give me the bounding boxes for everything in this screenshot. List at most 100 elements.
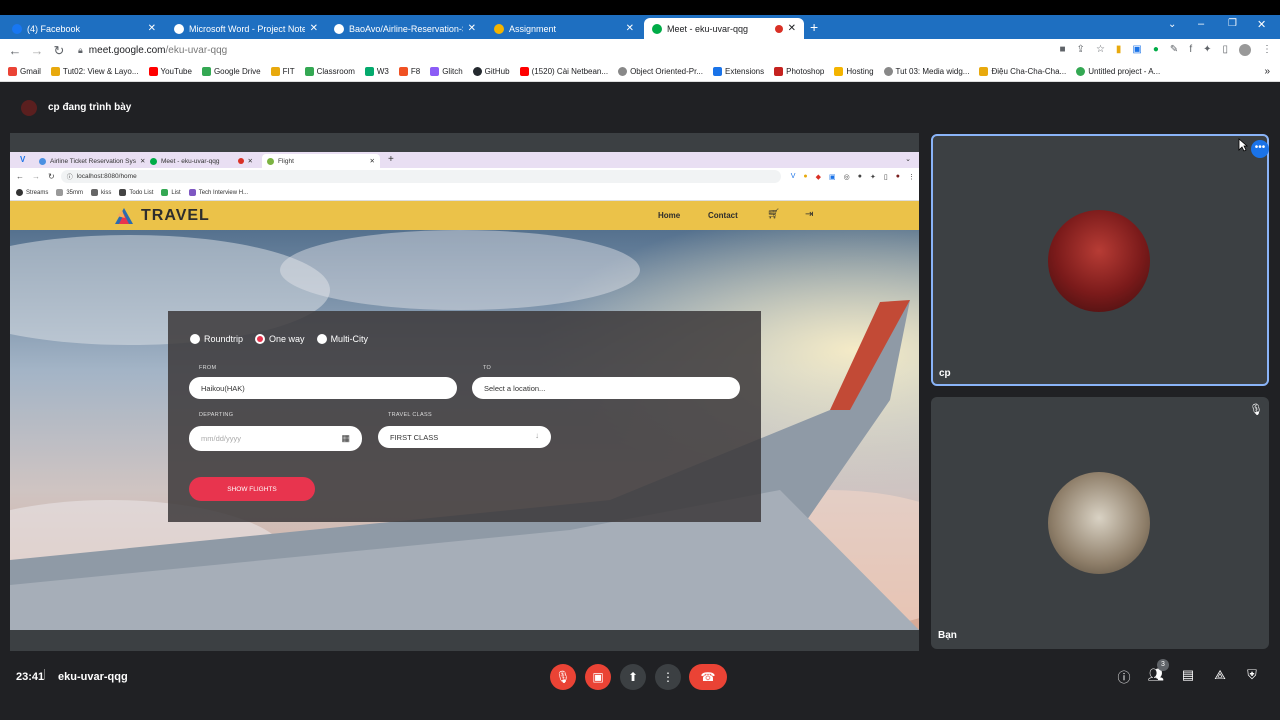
bookmark-item[interactable]: F8 [398,67,420,76]
reload-icon[interactable]: ↻ [48,43,70,59]
omnibox[interactable]: 🔒︎ meet.google.com/eku-uvar-qqg [78,45,227,56]
extension-icon[interactable]: ◎ [844,173,850,181]
extension-icon[interactable]: ▮ [1116,44,1122,56]
profile-avatar[interactable]: ● [896,173,900,181]
bookmark-item[interactable]: GitHub [472,67,510,76]
forward-icon[interactable]: → [32,172,40,181]
share-icon[interactable]: ⇪ [1077,44,1085,56]
sidepanel-icon[interactable]: ▯ [1222,44,1228,56]
bookmark-item[interactable]: YouTube [148,67,192,76]
tab-search-icon[interactable]: ⌄ [1168,19,1176,30]
sidepanel-icon[interactable]: ▯ [884,173,888,181]
minimize-icon[interactable]: – [1198,18,1204,30]
close-icon[interactable]: ✕ [148,23,156,34]
browser-tab-github[interactable]: BaoAvo/Airline-Reservation-Syst ✕ [326,18,484,39]
cart-icon[interactable]: 🛒︎ [767,209,780,220]
back-icon[interactable]: ← [16,172,24,181]
bookmark-item[interactable]: kiss [91,189,111,196]
window-close-icon[interactable]: ✕ [1257,18,1266,31]
meeting-info-icon[interactable]: ⓘ [1114,667,1134,687]
bookmark-item[interactable]: Todo List [119,189,153,196]
shared-omnibox[interactable]: ⓘ localhost:8080/home [60,170,781,183]
menu-dots-icon[interactable]: ⋮ [908,173,915,181]
close-icon[interactable]: ✕ [468,23,476,34]
extension-icon[interactable]: ◆ [816,173,821,181]
bookmark-item[interactable]: 35mm [56,189,83,196]
browser-tab-word[interactable]: Microsoft Word - Project Note ✕ [166,18,326,39]
browser-tab-assignment[interactable]: Assignment ✕ [486,18,642,39]
close-icon[interactable]: ✕ [626,23,634,34]
browser-tab-facebook[interactable]: (4) Facebook ✕ [4,18,164,39]
show-flights-button[interactable]: SHOW FLIGHTS [189,477,315,501]
bookmark-item[interactable]: Hosting [834,67,874,76]
participant-tile-you[interactable]: 🎙︎ Bạn [931,397,1269,649]
profile-avatar[interactable] [1239,44,1251,56]
menu-dots-icon[interactable]: ⋮ [1262,44,1272,56]
font-icon[interactable]: f [1189,44,1192,56]
pen-icon[interactable]: ✎ [1170,44,1178,56]
chevron-down-icon[interactable]: ⌄ [905,155,911,163]
leave-call-button[interactable]: ☎︎ [689,664,727,690]
nav-contact-link[interactable]: Contact [708,211,738,220]
bookmark-item[interactable]: Tut 03: Media widg... [883,67,969,76]
host-controls-icon[interactable]: ⛨ [1242,667,1262,687]
bookmark-item[interactable]: Object Oriented-Pr... [618,67,703,76]
bookmark-item[interactable]: Photoshop [774,67,824,76]
departing-date-input[interactable]: mm/dd/yyyy ▦ [189,426,362,451]
close-icon[interactable]: ✕ [788,23,796,34]
bookmark-star-icon[interactable]: ☆ [1096,44,1105,56]
bookmark-item[interactable]: Điệu Cha-Cha-Cha... [979,67,1066,76]
chat-icon[interactable]: ▤ [1178,667,1198,687]
travel-class-select[interactable]: FIRST CLASS ↓ [378,426,551,448]
more-options-icon[interactable]: ••• [1251,140,1269,158]
activities-icon[interactable]: ⟁ [1210,667,1230,687]
new-tab-icon[interactable]: + [810,19,818,35]
close-icon[interactable]: ✕ [310,23,318,34]
calendar-icon[interactable]: ▦ [341,433,350,444]
extension-icon[interactable]: ● [858,173,862,181]
back-icon[interactable]: ← [4,43,26,58]
bookmark-item[interactable]: Glitch [430,67,463,76]
extension-icon[interactable]: ▣ [829,173,836,181]
bookmark-item[interactable]: Streams [16,189,48,196]
mic-toggle-button[interactable]: 🎙︎ [550,664,576,690]
bookmark-item[interactable]: Tut02: View & Layo... [50,67,139,76]
reload-icon[interactable]: ↻ [48,172,55,181]
bookmark-item[interactable]: FIT [270,67,295,76]
shared-tab[interactable]: Meet - eku-uvar-qqg ✕ [145,154,260,168]
translate-icon[interactable]: ▣ [1132,44,1141,56]
bookmark-item[interactable]: Extensions [712,67,764,76]
nav-home-link[interactable]: Home [658,211,680,220]
extension-icon[interactable]: ● [803,173,807,181]
radio-roundtrip[interactable]: Roundtrip [190,334,243,344]
browser-tab-meet[interactable]: Meet - eku-uvar-qqg ✕ [644,18,804,39]
bookmark-item[interactable]: Gmail [8,67,41,76]
participant-tile-cp[interactable]: ••• cp [931,134,1269,386]
close-icon[interactable]: ✕ [248,157,253,165]
bookmark-item[interactable]: Classroom [304,67,355,76]
new-tab-icon[interactable]: + [388,154,394,165]
radio-multi-city[interactable]: Multi-City [316,334,368,344]
bookmark-item[interactable]: List [161,189,181,196]
vue-devtools-icon[interactable]: V [791,173,796,181]
forward-icon[interactable]: → [26,43,48,58]
bookmark-item[interactable]: Google Drive [201,67,261,76]
more-options-button[interactable]: ⋮ [655,664,681,690]
puzzle-icon[interactable]: ✦ [1203,44,1211,56]
radio-one-way[interactable]: One way [255,334,305,344]
close-icon[interactable]: ✕ [370,157,375,165]
restore-icon[interactable]: ❐ [1228,18,1237,29]
present-button[interactable]: ⬆ [620,664,646,690]
puzzle-icon[interactable]: ✦ [870,173,876,181]
bookmark-item[interactable]: Untitled project - A... [1076,67,1160,76]
shared-tab[interactable]: Airline Ticket Reservation Sys ✕ [34,154,145,168]
more-bookmarks-icon[interactable]: » [1264,66,1270,77]
shared-tab-active[interactable]: Flight ✕ [262,154,380,168]
logout-icon[interactable]: ⇥ [805,209,813,220]
camera-toggle-button[interactable]: ▣ [585,664,611,690]
grammarly-icon[interactable]: ● [1153,44,1159,56]
bookmark-item[interactable]: (1520) Cài Netbean... [519,67,608,76]
camera-icon[interactable]: ■ [1060,44,1066,56]
to-input[interactable]: Select a location... [472,377,740,399]
from-input[interactable]: Haikou(HAK) [189,377,457,399]
